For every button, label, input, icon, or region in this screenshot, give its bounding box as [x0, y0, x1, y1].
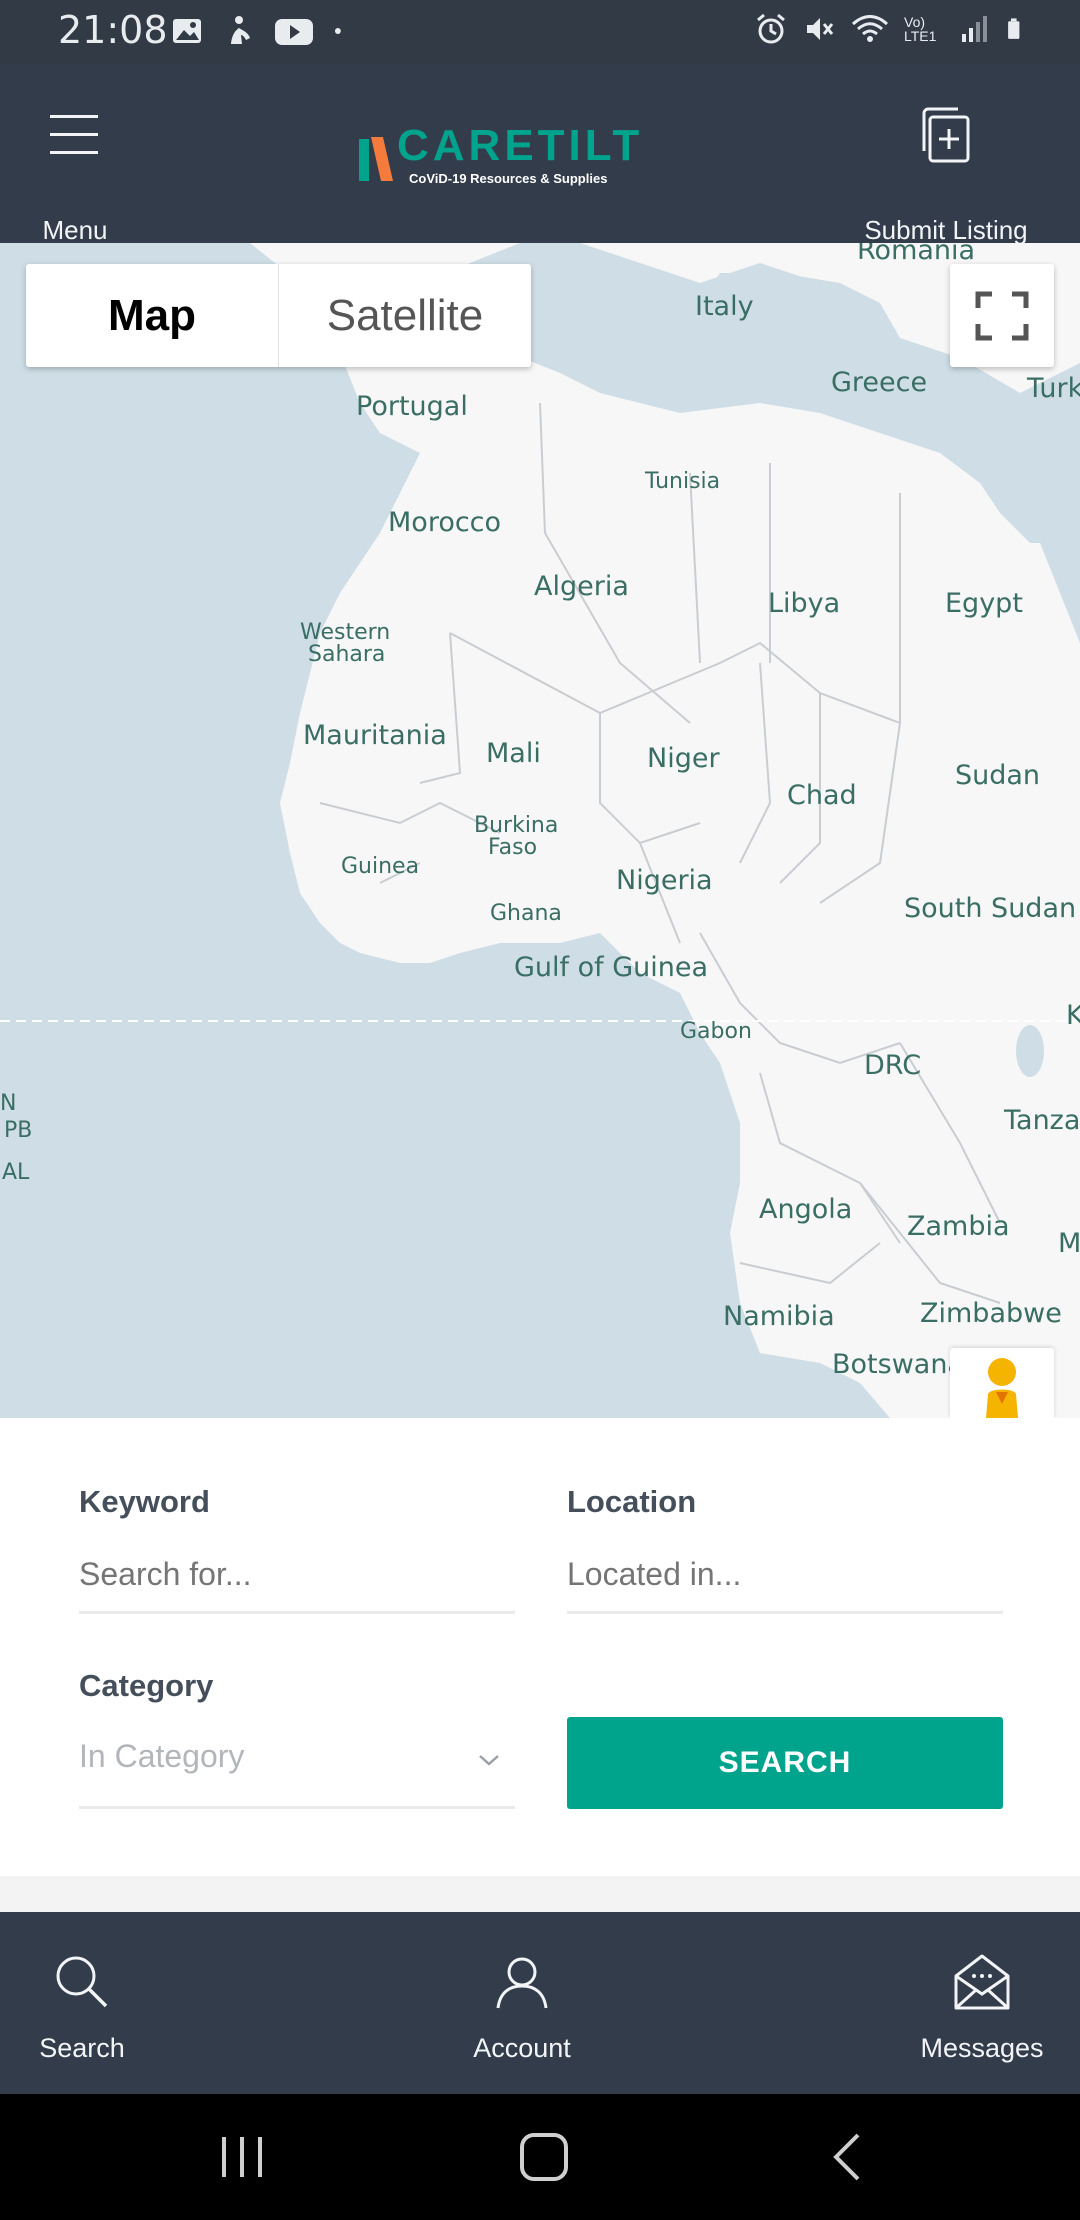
location-label: Location: [567, 1484, 697, 1519]
map-label: M: [1058, 1228, 1080, 1259]
back-icon[interactable]: [818, 2127, 878, 2187]
map-label: Turk: [1027, 373, 1080, 404]
accessibility-icon: [231, 16, 250, 44]
hamburger-icon: [50, 115, 98, 154]
map-label: Niger: [647, 743, 720, 774]
fullscreen-icon: [975, 291, 1029, 341]
map-label: N: [0, 1091, 17, 1116]
map-label: Portugal: [356, 391, 468, 422]
user-icon: [496, 1957, 548, 2009]
map-tab-map[interactable]: Map: [26, 264, 279, 367]
signal-icon: [962, 16, 987, 42]
map-label: Faso: [488, 835, 538, 860]
app-header: Menu CARETILT CoViD-19 Resources & Suppl…: [0, 63, 1080, 245]
home-icon[interactable]: [514, 2127, 574, 2187]
map-label: Mauritania: [303, 720, 447, 751]
category-select[interactable]: In Category: [79, 1738, 515, 1809]
map-label: AL: [2, 1160, 30, 1185]
map-label: Egypt: [945, 588, 1023, 619]
volte-indicator: Vo) LTE1: [904, 14, 937, 44]
panel-divider: [0, 1876, 1080, 1912]
map-label: Algeria: [534, 571, 629, 602]
nav-messages-label: Messages: [920, 2033, 1044, 2063]
search-button[interactable]: SEARCH: [567, 1717, 1003, 1809]
nav-search-label: Search: [39, 2033, 125, 2063]
map-label: Sahara: [308, 642, 386, 667]
map-view[interactable]: Map Satellite Romania Italy Greece Turk …: [0, 243, 1080, 1418]
fullscreen-button[interactable]: [950, 264, 1054, 367]
category-select-value: In Category: [79, 1738, 245, 1774]
map-label: South Sudan: [904, 893, 1077, 924]
status-bar: 21:08 Vo) LTE1: [0, 0, 1080, 63]
map-label: Namibia: [723, 1301, 835, 1332]
map-label: Botswana: [832, 1349, 964, 1380]
submit-listing-button[interactable]: Submit Listing: [846, 103, 1046, 245]
search-icon: [56, 1956, 108, 2008]
nav-account[interactable]: Account: [470, 1952, 574, 2064]
nav-messages[interactable]: Messages: [912, 1952, 1052, 2064]
map-label: Libya: [768, 588, 841, 619]
map-label: Italy: [695, 291, 754, 322]
street-view-button[interactable]: [950, 1348, 1054, 1418]
mute-icon: [807, 18, 834, 40]
map-label: Mali: [486, 738, 541, 769]
map-label: Greece: [831, 367, 928, 398]
map-label: Ghana: [490, 901, 562, 926]
system-nav-bar: [0, 2094, 1080, 2220]
map-label: Gabon: [680, 1019, 752, 1044]
map-label: Zambia: [907, 1211, 1010, 1242]
map-label: Nigeria: [616, 865, 713, 896]
map-label: Gulf of Guinea: [514, 952, 709, 983]
youtube-icon: [275, 19, 313, 45]
menu-button[interactable]: Menu: [30, 103, 120, 245]
keyword-input[interactable]: [79, 1556, 515, 1614]
logo-text: CARETILT: [397, 121, 644, 170]
dot-icon: [334, 28, 341, 34]
image-icon: [173, 19, 201, 43]
map-label: Tunisia: [645, 469, 721, 494]
battery-icon: [1008, 18, 1020, 39]
status-time: 21:08: [58, 8, 168, 52]
bottom-nav: Search Account Messages: [0, 1912, 1080, 2094]
map-label: DRC: [864, 1050, 922, 1081]
category-label: Category: [79, 1668, 214, 1703]
nav-account-label: Account: [473, 2033, 571, 2063]
add-document-icon: [922, 107, 970, 163]
map-type-toggle: Map Satellite: [26, 264, 531, 367]
map-label: K: [1066, 1000, 1080, 1031]
keyword-label: Keyword: [79, 1484, 210, 1519]
map-label: Tanza: [1004, 1105, 1080, 1136]
chevron-down-icon: [479, 1755, 499, 1766]
map-label: Zimbabwe: [920, 1298, 1062, 1329]
map-label: Romania: [857, 243, 976, 266]
menu-label: Menu: [42, 215, 108, 245]
logo-tagline: CoViD-19 Resources & Supplies: [409, 171, 608, 186]
nav-search[interactable]: Search: [30, 1952, 134, 2064]
wifi-icon: [851, 15, 889, 42]
map-label: PB: [4, 1118, 33, 1143]
pegman-icon: [986, 1358, 1018, 1418]
map-label: Angola: [759, 1194, 853, 1225]
caretilt-logo[interactable]: CARETILT CoViD-19 Resources & Supplies: [357, 121, 639, 193]
map-label: Guinea: [341, 854, 420, 879]
location-input[interactable]: [567, 1556, 1003, 1614]
recent-apps-icon[interactable]: [212, 2127, 272, 2187]
alarm-icon: [757, 13, 785, 44]
map-tab-satellite[interactable]: Satellite: [279, 264, 531, 367]
envelope-icon: [954, 1954, 1010, 2010]
map-label: Morocco: [388, 507, 502, 538]
map-label: Sudan: [955, 760, 1041, 791]
submit-listing-label: Submit Listing: [864, 215, 1028, 245]
map-label: Chad: [787, 780, 857, 811]
